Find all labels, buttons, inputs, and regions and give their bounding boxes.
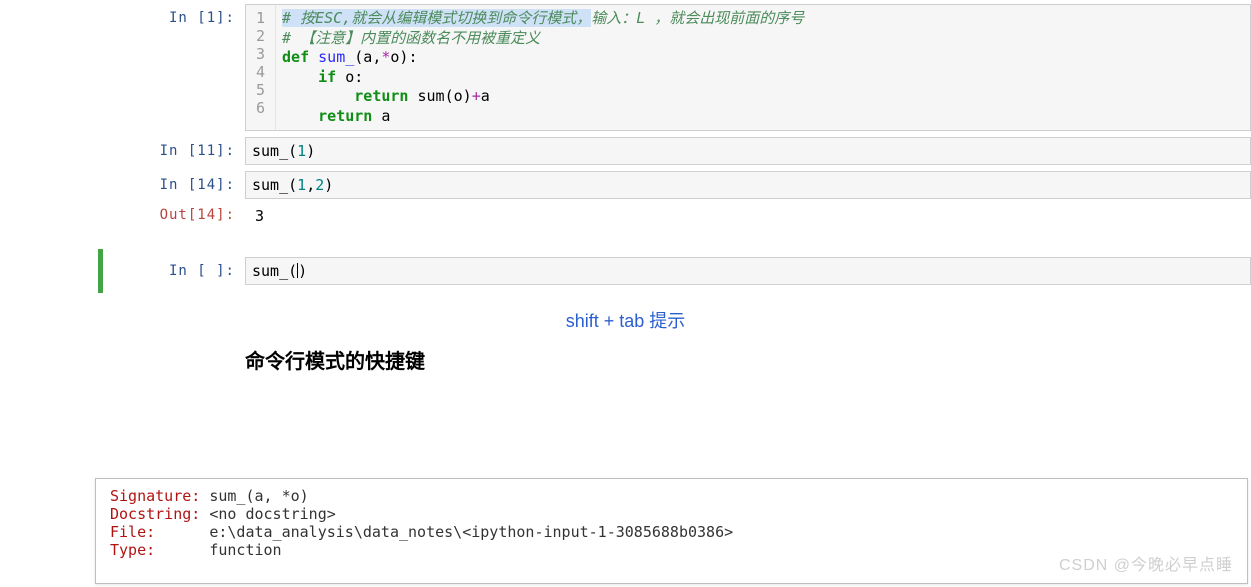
gutter — [0, 171, 105, 199]
input-prompt: In [11]: — [105, 137, 245, 165]
code-editor[interactable]: sum_(1,2) — [245, 171, 1251, 199]
code-cell-active[interactable]: In [ ]: sum_() — [0, 249, 1251, 293]
gutter — [0, 137, 105, 165]
tooltip-docstring: Docstring: <no docstring> — [110, 505, 1233, 523]
code-cell[interactable]: In [11]: sum_(1) — [0, 137, 1251, 165]
input-prompt: In [1]: — [105, 4, 245, 131]
code-content[interactable]: # 按ESC,就会从编辑模式切换到命令行模式，输入：L ，就会出现前面的序号 #… — [276, 5, 1250, 130]
input-prompt: In [14]: — [105, 171, 245, 199]
code-editor[interactable]: 1 2 3 4 5 6 # 按ESC,就会从编辑模式切换到命令行模式，输入：L … — [245, 4, 1251, 131]
code-cell[interactable]: In [14]: sum_(1,2) — [0, 171, 1251, 199]
line-numbers: 1 2 3 4 5 6 — [246, 5, 276, 130]
watermark: CSDN @今晚必早点睡 — [1059, 551, 1233, 575]
code-editor[interactable]: sum_() — [245, 257, 1251, 285]
crop-mask — [0, 442, 1251, 450]
section-heading: 命令行模式的快捷键 — [245, 345, 425, 374]
heading-row: 命令行模式的快捷键 — [0, 345, 1251, 374]
output-cell: Out[14]: 3 — [0, 201, 1251, 231]
input-prompt: In [ ]: — [105, 257, 245, 285]
output-value: 3 — [245, 201, 1251, 231]
caption-row: shift + tab 提示 — [0, 299, 1251, 345]
code-editor[interactable]: sum_(1) — [245, 137, 1251, 165]
code-cell[interactable]: In [1]: 1 2 3 4 5 6 # 按ESC,就会从编辑模式切换到命令行… — [0, 4, 1251, 131]
tooltip-file: File: e:\data_analysis\data_notes\<ipyth… — [110, 523, 1233, 541]
gutter — [0, 257, 105, 285]
annotation-caption: shift + tab 提示 — [566, 307, 686, 333]
output-prompt: Out[14]: — [105, 201, 245, 231]
tooltip-signature: Signature: sum_(a, *o) — [110, 487, 1233, 505]
notebook-area: In [1]: 1 2 3 4 5 6 # 按ESC,就会从编辑模式切换到命令行… — [0, 0, 1251, 374]
gutter — [0, 4, 105, 131]
gutter — [0, 201, 105, 231]
